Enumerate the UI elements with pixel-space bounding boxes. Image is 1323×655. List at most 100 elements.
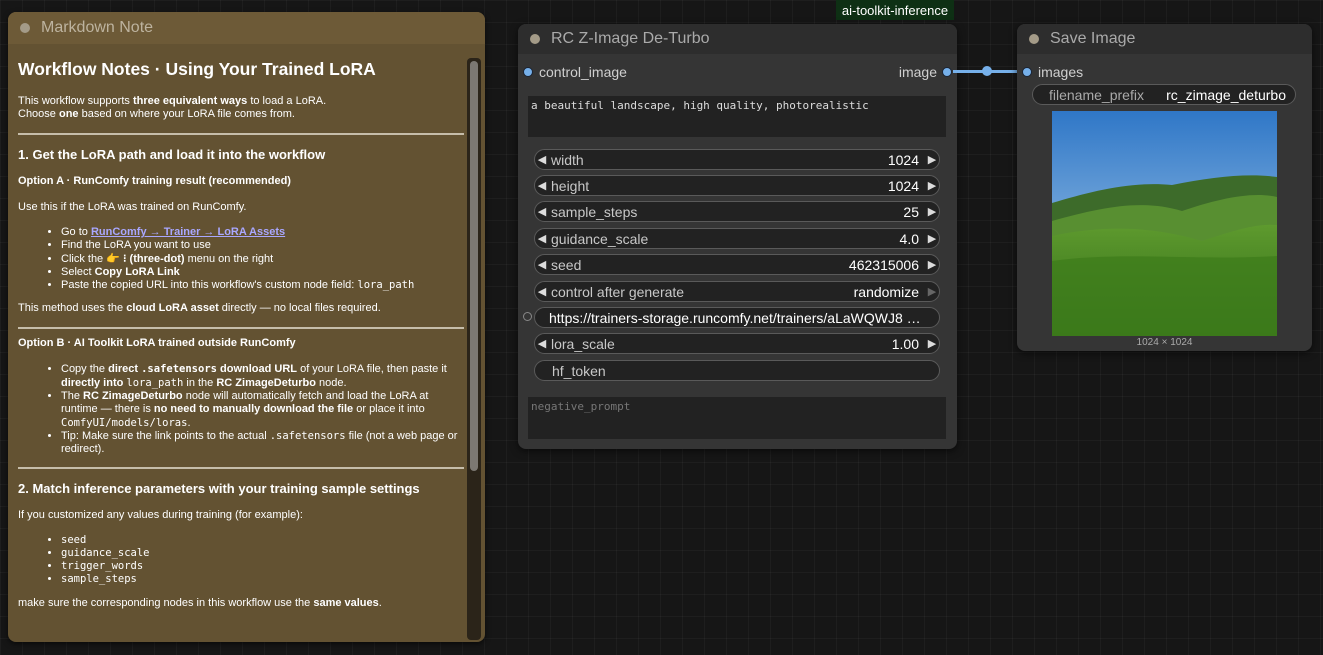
- lora-path-widget[interactable]: https://trainers-storage.runcomfy.net/tr…: [534, 307, 940, 328]
- step-text: menu on the right: [184, 252, 274, 265]
- step-text: node.: [315, 376, 347, 389]
- runcomfy-lora-assets-link[interactable]: RunComfy → Trainer → LoRA Assets: [91, 226, 285, 238]
- rc-node-titlebar[interactable]: RC Z-Image De-Turbo: [518, 24, 957, 54]
- decrement-arrow-icon[interactable]: ◀: [535, 337, 549, 350]
- decrement-arrow-icon[interactable]: ◀: [535, 205, 549, 218]
- rc-zimage-deturbo-node[interactable]: RC Z-Image De-Turbo control_image image …: [518, 24, 957, 449]
- list-item: seed: [61, 534, 464, 547]
- decrement-arrow-icon[interactable]: ◀: [535, 232, 549, 245]
- width-widget[interactable]: ◀ width 1024 ▶: [534, 149, 940, 170]
- image-output-socket[interactable]: [942, 67, 952, 77]
- step-text: Tip: Make sure the link points to the ac…: [61, 429, 270, 442]
- link-midpoint-dot[interactable]: [982, 66, 992, 76]
- list-item: sample_steps: [61, 573, 464, 586]
- filename-prefix-value: rc_zimage_deturbo: [1166, 86, 1286, 103]
- list-item: Tip: Make sure the link points to the ac…: [61, 430, 464, 457]
- filename-prefix-widget[interactable]: filename_prefix rc_zimage_deturbo: [1032, 84, 1296, 105]
- step-text: Copy the: [61, 363, 109, 376]
- note-scrollbar-thumb[interactable]: [470, 61, 478, 471]
- increment-arrow-icon[interactable]: ▶: [925, 285, 939, 298]
- output-image-preview[interactable]: [1052, 111, 1277, 336]
- collapse-dot-icon[interactable]: [1029, 34, 1039, 44]
- images-input-socket[interactable]: [1022, 67, 1032, 77]
- widget-label: height: [551, 177, 590, 194]
- intro-bold: three equivalent ways: [132, 95, 248, 107]
- markdown-note-content: Workflow Notes · Using Your Trained LoRA…: [18, 56, 464, 642]
- landscape-image: [1052, 111, 1277, 336]
- sample-steps-widget[interactable]: ◀ sample_steps 25 ▶: [534, 201, 940, 222]
- negative-prompt-textarea[interactable]: negative_prompt: [528, 397, 946, 439]
- option-a-desc: Use this if the LoRA was trained on RunC…: [18, 201, 247, 213]
- prompt-textarea[interactable]: a beautiful landscape, high quality, pho…: [528, 96, 946, 137]
- decrement-arrow-icon[interactable]: ◀: [535, 153, 549, 166]
- step-code: lora_path: [357, 279, 415, 292]
- hf-token-widget[interactable]: hf_token: [534, 360, 940, 381]
- param-code: sample_steps: [61, 573, 137, 586]
- intro-text: based on where your LoRA file comes from…: [78, 108, 295, 120]
- decrement-arrow-icon[interactable]: ◀: [535, 258, 549, 271]
- step-text: Select: [61, 265, 95, 278]
- note-scrollbar[interactable]: [467, 58, 481, 640]
- markdown-note-titlebar[interactable]: Markdown Note: [8, 12, 485, 44]
- collapse-dot-icon[interactable]: [20, 23, 30, 33]
- collapse-dot-icon[interactable]: [530, 34, 540, 44]
- step-bold: Copy LoRA Link: [94, 265, 180, 278]
- step-text: Go to: [61, 226, 91, 238]
- list-item: trigger_words: [61, 560, 464, 573]
- step-text: The: [61, 390, 84, 403]
- option-a-steps: Go to RunComfy → Trainer → LoRA Assets F…: [18, 226, 464, 292]
- widget-label: lora_scale: [551, 335, 615, 352]
- intro-text: This workflow supports: [18, 95, 133, 107]
- widget-label: hf_token: [552, 362, 606, 379]
- rc-node-title: RC Z-Image De-Turbo: [551, 30, 710, 47]
- divider: [18, 327, 464, 330]
- widget-value: 1.00: [891, 335, 919, 352]
- control-after-generate-widget[interactable]: ◀ control after generate randomize ▶: [534, 281, 940, 302]
- intro-text: Choose: [18, 108, 59, 120]
- widget-value: https://trainers-storage.runcomfy.net/tr…: [549, 309, 921, 326]
- step-bold: download URL: [216, 363, 298, 376]
- step-text: Paste the copied URL into this workflow'…: [61, 279, 358, 292]
- step-text: of your LoRA file, then paste it: [297, 363, 447, 376]
- step-code: lora_path: [126, 376, 184, 389]
- save-node-titlebar[interactable]: Save Image: [1017, 24, 1312, 54]
- section2-outro: make sure the corresponding nodes in thi…: [18, 597, 464, 610]
- widget-value: 462315006: [848, 256, 919, 273]
- widget-label: control after generate: [551, 283, 685, 300]
- increment-arrow-icon[interactable]: ▶: [925, 337, 939, 350]
- widget-value: 25: [903, 203, 919, 220]
- decrement-arrow-icon[interactable]: ◀: [535, 285, 549, 298]
- increment-arrow-icon[interactable]: ▶: [925, 179, 939, 192]
- guidance-scale-widget[interactable]: ◀ guidance_scale 4.0 ▶: [534, 228, 940, 249]
- increment-arrow-icon[interactable]: ▶: [925, 258, 939, 271]
- outro-bold: same values: [313, 596, 379, 609]
- step-bold: directly into: [61, 376, 124, 389]
- step-text: in the: [183, 376, 217, 389]
- save-image-node[interactable]: Save Image images filename_prefix rc_zim…: [1017, 24, 1312, 351]
- outro-text: .: [378, 596, 382, 609]
- list-item: Click the 👉 ⁝ (three-dot) menu on the ri…: [61, 253, 464, 266]
- markdown-note-node[interactable]: Markdown Note Workflow Notes · Using You…: [8, 12, 485, 642]
- step-text: .: [187, 416, 191, 429]
- list-item: guidance_scale: [61, 547, 464, 560]
- control-image-input-socket[interactable]: [523, 67, 533, 77]
- lora-path-input-socket[interactable]: [523, 312, 532, 321]
- widget-label: sample_steps: [551, 203, 638, 220]
- height-widget[interactable]: ◀ height 1024 ▶: [534, 175, 940, 196]
- decrement-arrow-icon[interactable]: ◀: [535, 179, 549, 192]
- increment-arrow-icon[interactable]: ▶: [925, 232, 939, 245]
- note-text: This method uses the: [18, 302, 127, 315]
- seed-widget[interactable]: ◀ seed 462315006 ▶: [534, 254, 940, 275]
- increment-arrow-icon[interactable]: ▶: [925, 153, 939, 166]
- intro-text: to load a LoRA.: [247, 95, 327, 107]
- image-size-label: 1024 × 1024: [1136, 337, 1193, 348]
- section2-intro: If you customized any values during trai…: [18, 508, 303, 521]
- lora-scale-widget[interactable]: ◀ lora_scale 1.00 ▶: [534, 333, 940, 354]
- increment-arrow-icon[interactable]: ▶: [925, 205, 939, 218]
- list-item: Copy the direct .safetensors download UR…: [61, 363, 464, 390]
- note-bold: cloud LoRA asset: [126, 302, 219, 315]
- widget-label: width: [551, 151, 584, 168]
- option-b-steps: Copy the direct .safetensors download UR…: [18, 363, 464, 456]
- group-label: ai-toolkit-inference: [836, 0, 954, 20]
- option-b-title: Option B · AI Toolkit LoRA trained outsi…: [18, 337, 296, 350]
